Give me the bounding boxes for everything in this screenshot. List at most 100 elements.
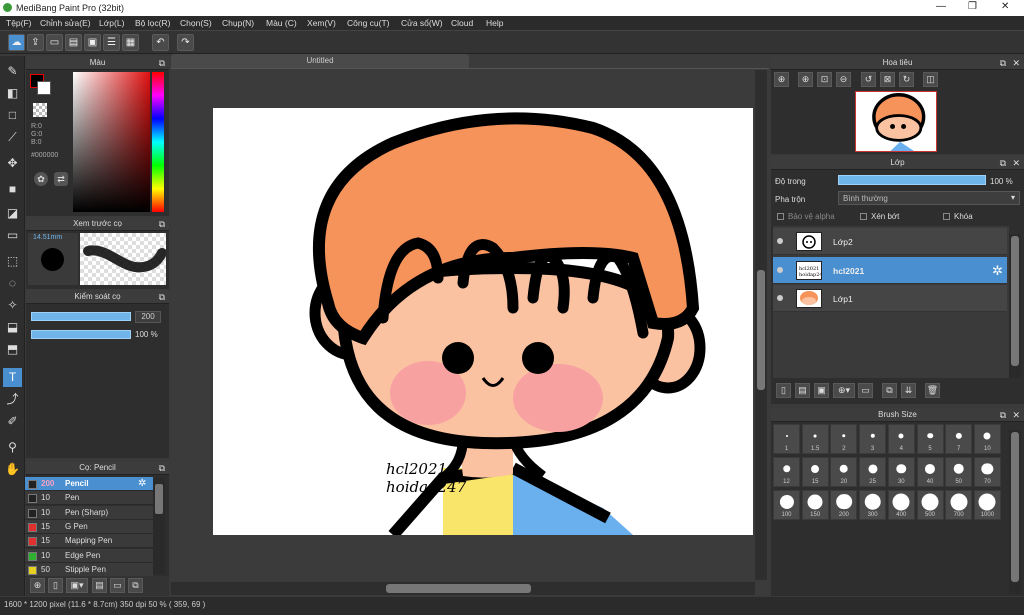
zoom-out-icon[interactable]: ⊖: [836, 72, 851, 87]
menu-help[interactable]: Help: [486, 18, 503, 28]
hue-slider[interactable]: [152, 72, 164, 212]
brush-size-preset[interactable]: 50: [945, 457, 973, 487]
palette-icon[interactable]: ✿: [34, 172, 48, 186]
visibility-icon[interactable]: [777, 295, 783, 302]
dot-tool-icon[interactable]: □: [3, 106, 22, 125]
brush-list-item[interactable]: 15 G Pen: [25, 519, 153, 534]
gradient-tool-icon[interactable]: ▭: [3, 226, 22, 245]
operation-tool-icon[interactable]: ⤴: [3, 390, 22, 409]
brush-size-preset[interactable]: 300: [859, 490, 887, 520]
magic-wand-icon[interactable]: ✧: [3, 296, 22, 315]
saturation-value-picker[interactable]: [73, 72, 150, 212]
rect-select-icon[interactable]: ⬚: [3, 252, 22, 271]
visibility-icon[interactable]: [777, 238, 783, 244]
brush-size-value[interactable]: 200: [135, 311, 161, 323]
menu-capture[interactable]: Chụp(N): [222, 18, 254, 28]
eyedropper-icon[interactable]: ⚲: [3, 438, 22, 457]
layer-folder-icon[interactable]: ▭: [858, 383, 873, 398]
panel-float-icon[interactable]: ⧉: [159, 461, 165, 475]
menu-view[interactable]: Xem(V): [307, 18, 336, 28]
background-color-swatch[interactable]: [37, 81, 51, 95]
brush-size-preset[interactable]: 150: [801, 490, 829, 520]
select-pen-icon[interactable]: ⟋: [3, 128, 22, 147]
chat-icon[interactable]: ▤: [65, 34, 82, 51]
close-button[interactable]: ✕: [1001, 1, 1009, 12]
cloud-icon[interactable]: ☁: [8, 34, 25, 51]
brush-size-preset[interactable]: 1: [773, 424, 800, 454]
brush-size-preset[interactable]: 1.5: [801, 424, 829, 454]
brush-size-preset[interactable]: 200: [830, 490, 858, 520]
clipping-checkbox[interactable]: [860, 213, 867, 220]
menu-window[interactable]: Cửa sổ(W): [401, 18, 443, 28]
panel-float-icon[interactable]: ⧉: [159, 290, 165, 304]
hand-tool-icon[interactable]: ✋: [3, 460, 22, 479]
redo-icon[interactable]: ↷: [177, 34, 194, 51]
brush-size-preset[interactable]: 500: [916, 490, 944, 520]
drawing-canvas[interactable]: hcl2021 hoidap247: [213, 108, 753, 535]
select-eraser-icon[interactable]: ⬒: [3, 340, 22, 359]
brush-size-preset[interactable]: 40: [916, 457, 944, 487]
brush-list-item[interactable]: 15 Mapping Pen: [25, 534, 153, 549]
color-swap-icon[interactable]: ⇄: [54, 172, 68, 186]
brush-settings-icon[interactable]: ▤: [92, 578, 107, 593]
layer-item[interactable]: Lớp1: [773, 285, 1007, 313]
menu-select[interactable]: Chọn(S): [180, 18, 212, 28]
brush-list-item[interactable]: 10 Pen (Sharp): [25, 505, 153, 520]
brush-size-preset[interactable]: 10: [973, 424, 1001, 454]
delete-layer-icon[interactable]: 🗑: [925, 383, 940, 398]
canvas-horizontal-scrollbar[interactable]: [171, 582, 755, 595]
eraser-tool-icon[interactable]: ◧: [3, 84, 22, 103]
panel-float-icon[interactable]: ⧉: [1000, 408, 1006, 422]
brush-size-preset[interactable]: 12: [773, 457, 800, 487]
fill-shape-icon[interactable]: ■: [3, 180, 22, 199]
panel-float-icon[interactable]: ⧉: [159, 217, 165, 231]
duplicate-layer-icon[interactable]: ⧉: [882, 383, 897, 398]
bucket-tool-icon[interactable]: ◪: [3, 204, 22, 223]
brush-list-item[interactable]: 10 Pen: [25, 491, 153, 506]
menu-color[interactable]: Màu (C): [266, 18, 297, 28]
panel-float-icon[interactable]: ⧉: [1000, 156, 1006, 170]
actual-size-icon[interactable]: ⊠: [880, 72, 895, 87]
page-icon[interactable]: ▣: [84, 34, 101, 51]
layer-item[interactable]: Lớp2: [773, 228, 1007, 255]
transparent-color-swatch[interactable]: [33, 103, 47, 117]
brush-size-preset[interactable]: 15: [801, 457, 829, 487]
maximize-button[interactable]: ❐: [968, 1, 977, 12]
brush-menu-icon[interactable]: ▣▾: [66, 578, 88, 593]
gear-icon[interactable]: ✲: [138, 478, 146, 489]
divide-tool-icon[interactable]: ✐: [3, 412, 22, 431]
select-brush-icon[interactable]: ⬓: [3, 318, 22, 337]
brush-size-slider[interactable]: [31, 312, 131, 321]
blend-mode-select[interactable]: Bình thường ▾: [838, 191, 1020, 205]
visibility-icon[interactable]: [777, 266, 783, 273]
brush-size-preset[interactable]: 30: [887, 457, 915, 487]
brush-size-preset[interactable]: 400: [887, 490, 915, 520]
merge-layer-icon[interactable]: ⇊: [901, 383, 916, 398]
panel-close-icon[interactable]: ✕: [1012, 408, 1020, 422]
brush-size-preset[interactable]: 100: [773, 490, 800, 520]
brush-list-item[interactable]: 50 Stipple Pen: [25, 562, 153, 577]
grid-icon[interactable]: ▦: [122, 34, 139, 51]
menu-tools[interactable]: Công cụ(T): [347, 18, 390, 28]
lock-checkbox[interactable]: [943, 213, 950, 220]
brush-size-preset[interactable]: 20: [830, 457, 858, 487]
menu-edit[interactable]: Chỉnh sửa(E): [40, 18, 91, 28]
move-tool-icon[interactable]: ✥: [3, 154, 22, 173]
layer-opacity-slider[interactable]: [838, 175, 986, 185]
brush-size-preset[interactable]: 70: [973, 457, 1001, 487]
brush-size-preset[interactable]: 2: [830, 424, 858, 454]
brush-size-preset[interactable]: 7: [945, 424, 973, 454]
menu-file[interactable]: Tệp(F): [6, 18, 32, 28]
undo-icon[interactable]: ↶: [152, 34, 169, 51]
new-halftone-layer-icon[interactable]: ▤: [795, 383, 810, 398]
brush-size-preset[interactable]: 25: [859, 457, 887, 487]
layer-item[interactable]: hcl2021hoidap247 hcl2021 ✲: [773, 256, 1007, 284]
brush-list-scrollbar[interactable]: [153, 478, 165, 574]
panel-close-icon[interactable]: ✕: [1012, 56, 1020, 70]
layer-scrollbar[interactable]: [1009, 234, 1021, 378]
new-layer-icon[interactable]: ▯: [776, 383, 791, 398]
text-tool-icon[interactable]: T: [3, 368, 22, 387]
new-8bit-layer-icon[interactable]: ▣: [814, 383, 829, 398]
menu-layer[interactable]: Lớp(L): [99, 18, 124, 28]
zoom-in-alt-icon[interactable]: ⊕: [798, 72, 813, 87]
